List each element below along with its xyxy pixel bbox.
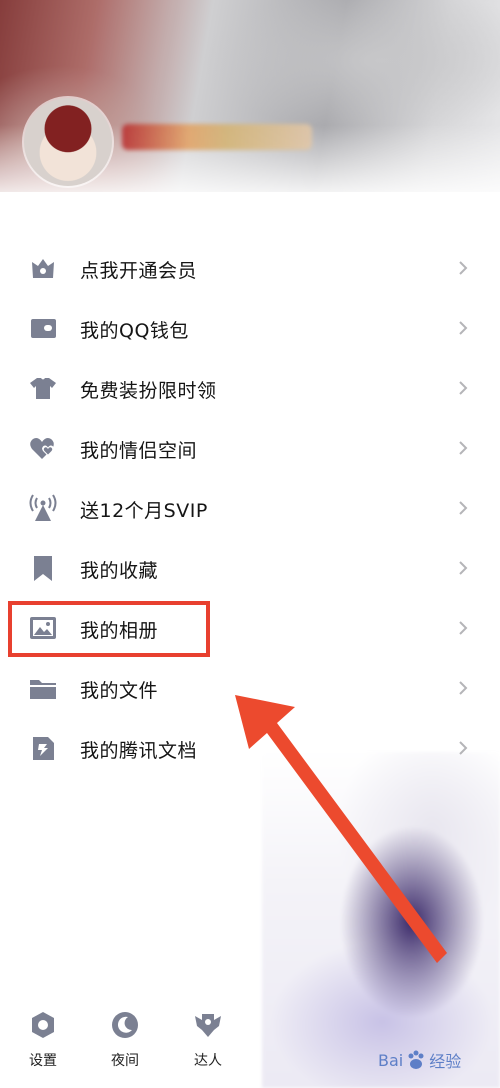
night-mode-button[interactable]: 夜间 [95,1010,155,1076]
menu-label: 点我开通会员 [80,260,198,282]
paw-icon [408,1050,424,1069]
settings-label: 设置 [29,1053,57,1069]
menu-label: 送12个月SVIP [80,500,208,522]
settings-button[interactable]: 设置 [13,1010,73,1076]
chevron-right-icon [454,317,472,339]
menu-label: 免费装扮限时领 [80,380,217,402]
shirt-icon [28,374,58,402]
chevron-right-icon [454,257,472,279]
watermark-bai: Bai [378,1050,404,1070]
chevron-right-icon [454,497,472,519]
night-mode-label: 夜间 [111,1053,139,1069]
menu-label: 我的情侣空间 [80,440,198,462]
profile-banner[interactable] [0,0,500,192]
menu-label: 我的文件 [80,680,159,702]
menu-item-couple-space[interactable]: 我的情侣空间 [0,418,500,478]
menu-item-favorites[interactable]: 我的收藏 [0,538,500,598]
menu-item-vip[interactable]: 点我开通会员 [0,238,500,298]
hearts-icon [28,434,58,462]
menu-label: 我的QQ钱包 [80,320,189,342]
folder-icon [28,674,58,702]
highlight-box [8,601,210,657]
bookmark-icon [28,554,58,582]
moon-icon [110,1010,140,1040]
wallet-icon [28,314,58,342]
bottom-bar: 设置 夜间 达人 [0,1000,260,1088]
expert-button[interactable]: 达人 [178,1010,238,1076]
expert-label: 达人 [194,1053,222,1069]
watermark-jingyan: 经验 [429,1052,462,1071]
chevron-right-icon [454,557,472,579]
baidu-jingyan-watermark: Bai 经验 [378,1038,498,1082]
crown-icon [28,254,58,282]
menu-label: 我的腾讯文档 [80,740,198,762]
broadcast-icon [28,494,58,522]
winged-badge-icon [193,1010,223,1040]
settings-icon [28,1010,58,1040]
nickname-banner [122,124,312,150]
avatar[interactable] [24,98,112,186]
red-arrow-annotation [235,695,447,963]
docs-icon [28,734,58,762]
menu-item-svip-gift[interactable]: 送12个月SVIP [0,478,500,538]
menu-item-dressup[interactable]: 免费装扮限时领 [0,358,500,418]
menu-item-wallet[interactable]: 我的QQ钱包 [0,298,500,358]
chevron-right-icon [454,437,472,459]
menu-label: 我的收藏 [80,560,159,582]
chevron-right-icon [454,377,472,399]
chevron-right-icon [454,617,472,639]
